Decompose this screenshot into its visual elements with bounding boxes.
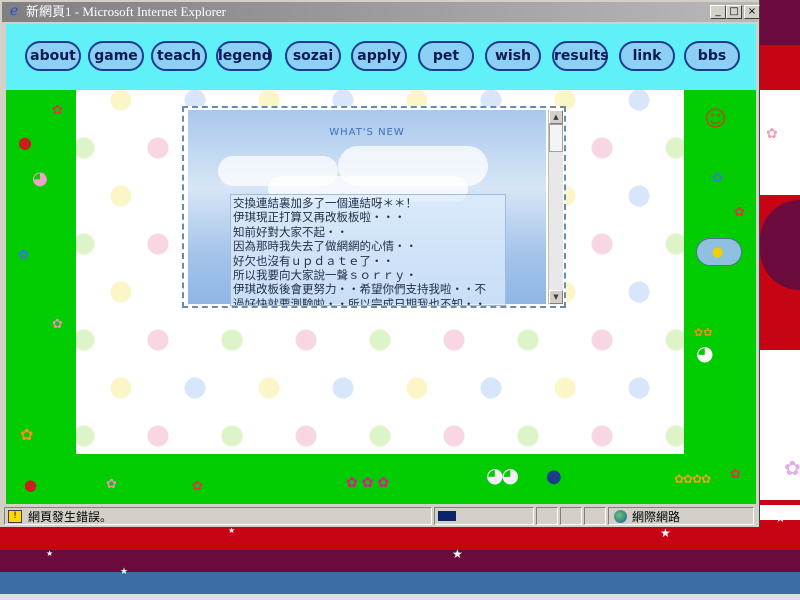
ie-icon: ℯ [9, 4, 19, 19]
status-message[interactable]: 網頁發生錯誤。 [28, 508, 112, 525]
nav-legend[interactable]: legend [216, 41, 272, 71]
nav-pet[interactable]: pet [418, 41, 474, 71]
status-bar: ! 網頁發生錯誤。 網際網路 [2, 506, 758, 526]
bunny-icon: ◕ [696, 341, 714, 365]
scroll-thumb[interactable] [549, 124, 563, 152]
status-cell [560, 507, 582, 525]
page-background: WHAT'S NEW 交換連結裏加多了一個連結呀＊＊！ 伊琪現正打算又再改板板啦… [76, 90, 684, 454]
news-line: 因為那時我失去了做網網的心情・・ [233, 239, 417, 254]
nav-teach[interactable]: teach [151, 41, 207, 71]
bottom-decoration-strip: ● ✿ ✿ ✿✿✿ ◕◕ ● ✿✿✿✿ ✿ [6, 454, 756, 504]
tulip-icon: ✿ [730, 467, 741, 482]
flower-icon: ✿ [784, 456, 800, 480]
sky-background: WHAT'S NEW 交換連結裏加多了一個連結呀＊＊！ 伊琪現正打算又再改板板啦… [188, 110, 546, 306]
duck-icon: ● [712, 245, 724, 260]
tulips-icon: ✿✿✿ [346, 475, 394, 491]
star-icon: ★ [660, 526, 671, 540]
close-button[interactable]: × [744, 5, 760, 19]
news-scrollbar[interactable]: ▲ ▼ [548, 110, 563, 304]
nav-about[interactable]: about [25, 41, 81, 71]
news-line: 伊琪改板後會更努力・・希望你們支持我啦・・不 [233, 282, 486, 297]
browser-window: ℯ 新網頁1 - Microsoft Internet Explorer _ □… [0, 0, 760, 528]
nav-game[interactable]: game [88, 41, 144, 71]
nav-bbs[interactable]: bbs [684, 41, 740, 71]
girl-icon: ☺ [704, 107, 727, 132]
news-line: 知前好對大家不起・・ [233, 224, 348, 239]
news-line: 所以我要向大家說一聲ｓｏｒｒｙ・ [233, 268, 417, 283]
maximize-button[interactable]: □ [726, 5, 742, 19]
nav-sozai[interactable]: sozai [285, 41, 341, 71]
nav-bar: about game teach legend sozai apply pet … [6, 24, 756, 90]
bunny-icon: ◕ [32, 168, 48, 189]
desktop-wallpaper-panel [760, 90, 800, 195]
star-icon: ★ [452, 547, 463, 561]
warning-icon[interactable]: ! [8, 510, 22, 523]
star-icon: ★ [46, 549, 54, 558]
tulip-icon: ✿ [52, 103, 63, 118]
desktop-stripe [0, 594, 800, 600]
status-cell [584, 507, 606, 525]
mushroom-icon: ● [24, 476, 38, 494]
progress-bar [434, 507, 534, 525]
flower-icon: ✿ [18, 248, 29, 263]
security-zone: 網際網路 [632, 510, 681, 524]
nav-results[interactable]: results [552, 41, 609, 71]
whats-new-frame: WHAT'S NEW 交換連結裏加多了一個連結呀＊＊！ 伊琪現正打算又再改板板啦… [182, 106, 566, 308]
zone-cell [608, 507, 754, 525]
news-text-box: 交換連結裏加多了一個連結呀＊＊！ 伊琪現正打算又再改板板啦・・・ 知前好對大家不… [230, 194, 506, 306]
progress-fill [438, 511, 456, 521]
minimize-button[interactable]: _ [710, 5, 726, 19]
flowers-icon: ✿✿✿✿ [674, 472, 711, 486]
star-icon: ★ [120, 567, 129, 577]
flower-icon: ✿ [52, 317, 63, 332]
star-icon: ★ [775, 511, 786, 525]
flower-icon: ✿ [106, 477, 117, 492]
title-bar[interactable]: ℯ 新網頁1 - Microsoft Internet Explorer _ □… [2, 2, 760, 22]
nav-wish[interactable]: wish [485, 41, 541, 71]
tulip-icon: ✿ [734, 205, 745, 220]
flower-icon: ✿ [20, 425, 34, 444]
nav-apply[interactable]: apply [351, 41, 407, 71]
mushroom-icon: ● [18, 133, 32, 152]
mushroom-icon: ● [546, 466, 562, 487]
scroll-up-icon[interactable]: ▲ [549, 110, 563, 124]
whats-new-heading: WHAT'S NEW [329, 127, 405, 138]
flower-icon: ✿ [766, 126, 778, 142]
window-title: 新網頁1 - Microsoft Internet Explorer [26, 4, 227, 19]
status-cell [536, 507, 558, 525]
scroll-down-icon[interactable]: ▼ [549, 290, 563, 304]
nav-link[interactable]: link [619, 41, 675, 71]
flower-icon: ✿ [712, 171, 723, 186]
web-page: about game teach legend sozai apply pet … [6, 24, 756, 504]
flower-icon: ✿✿ [694, 326, 713, 339]
news-line: 交換連結裏加多了一個連結呀＊＊！ [233, 196, 417, 210]
news-line: 過好快就要測驗啦・・所以完成日期我也不知・・ [233, 296, 486, 306]
news-line: 好欠也沒有ｕｐｄａｔｅ了・・ [233, 253, 394, 268]
bunnies-icon: ◕◕ [486, 463, 519, 487]
globe-icon [614, 510, 627, 523]
news-line: 伊琪現正打算又再改板板啦・・・ [233, 210, 406, 225]
tulip-icon: ✿ [192, 479, 203, 494]
